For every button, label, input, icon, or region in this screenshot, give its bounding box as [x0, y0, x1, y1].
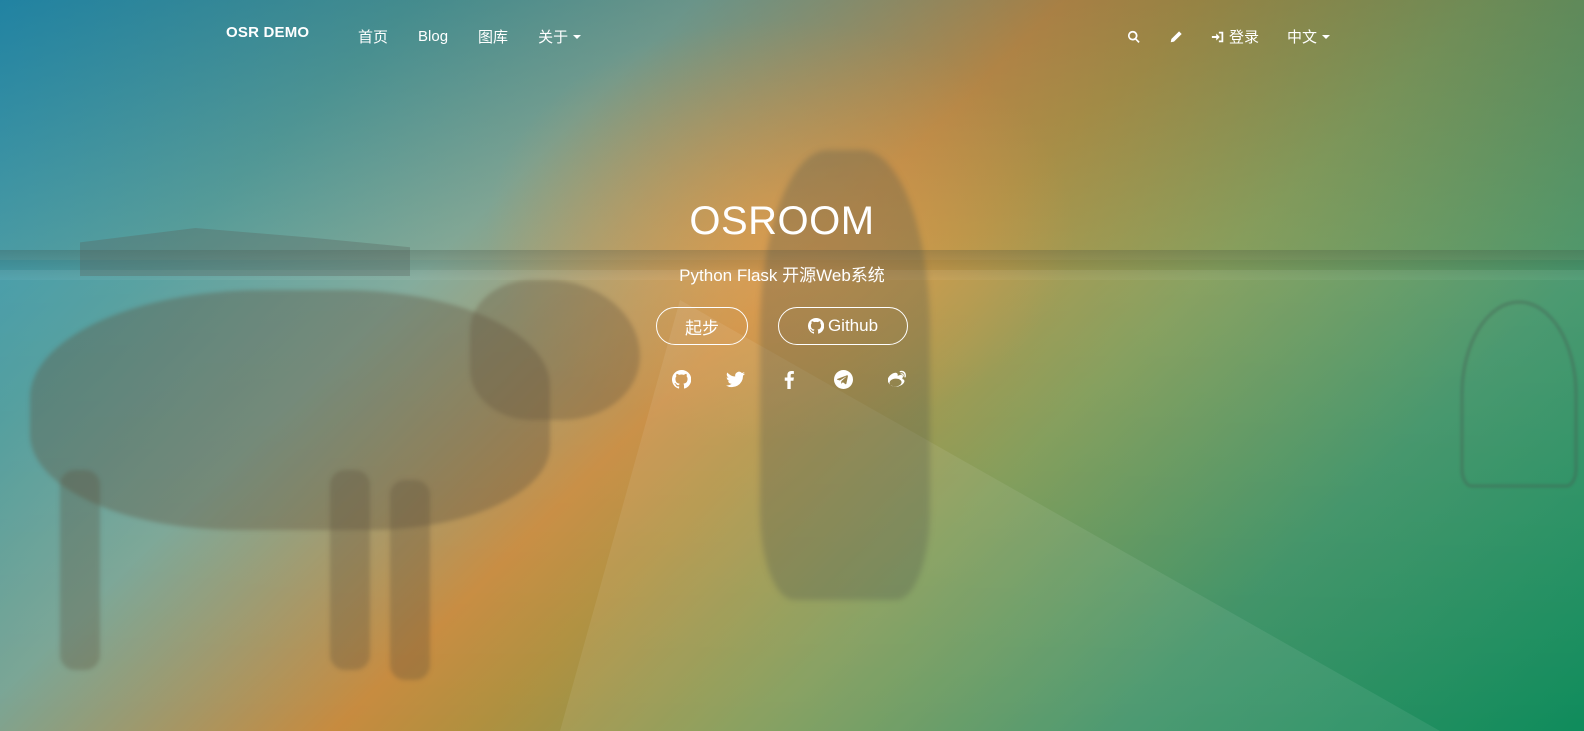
social-links: [0, 369, 1564, 389]
nav-item-about-label: 关于: [538, 29, 569, 46]
github-icon: [671, 369, 691, 389]
nav-left: 首页 Blog 图库 关于: [358, 26, 611, 47]
github-button-label: Github: [827, 316, 879, 335]
hero-buttons: 起步 Github: [0, 307, 1564, 345]
nav-item-gallery[interactable]: 图库: [478, 26, 508, 47]
social-telegram[interactable]: [833, 369, 853, 389]
social-twitter[interactable]: [725, 369, 745, 389]
github-button[interactable]: Github: [778, 307, 908, 345]
social-facebook[interactable]: [779, 369, 799, 389]
language-dropdown[interactable]: 中文: [1287, 26, 1330, 47]
twitter-icon: [725, 371, 745, 387]
start-button[interactable]: 起步: [656, 307, 748, 345]
background-reindeer-leg: [60, 470, 100, 670]
social-weibo[interactable]: [887, 369, 907, 389]
weibo-icon: [887, 370, 906, 387]
language-label: 中文: [1286, 29, 1317, 46]
login-label: 登录: [1228, 29, 1259, 46]
facebook-icon: [784, 370, 794, 389]
caret-down-icon: [1322, 34, 1330, 39]
nav-item-about[interactable]: 关于: [538, 26, 582, 47]
github-icon: [808, 318, 824, 334]
telegram-icon: [833, 369, 853, 389]
hero-subtitle: Python Flask 开源Web系统: [679, 266, 885, 285]
sign-in-icon: [1211, 31, 1224, 42]
nav-item-blog[interactable]: Blog: [418, 26, 448, 47]
background-reindeer-leg: [330, 470, 370, 670]
edit-button[interactable]: [1169, 30, 1183, 44]
brand-logo[interactable]: OSR DEMO: [226, 24, 309, 41]
search-button[interactable]: [1127, 30, 1141, 44]
search-icon: [1127, 30, 1140, 43]
hero-title: OSROOM: [689, 199, 875, 243]
caret-down-icon: [573, 34, 582, 39]
background-reindeer-leg: [390, 480, 430, 680]
hero-content: OSROOM Python Flask 开源Web系统 起步 Github: [0, 196, 1564, 389]
social-github[interactable]: [671, 369, 691, 389]
hero-section: OSR DEMO 首页 Blog 图库 关于 登录 中文 OSROOM Pyth…: [0, 0, 1584, 731]
navbar: OSR DEMO 首页 Blog 图库 关于 登录 中文: [0, 0, 1584, 70]
nav-right: 登录 中文: [1099, 26, 1330, 47]
nav-item-home[interactable]: 首页: [358, 26, 388, 47]
pencil-icon: [1170, 30, 1182, 42]
login-link[interactable]: 登录: [1211, 26, 1259, 47]
